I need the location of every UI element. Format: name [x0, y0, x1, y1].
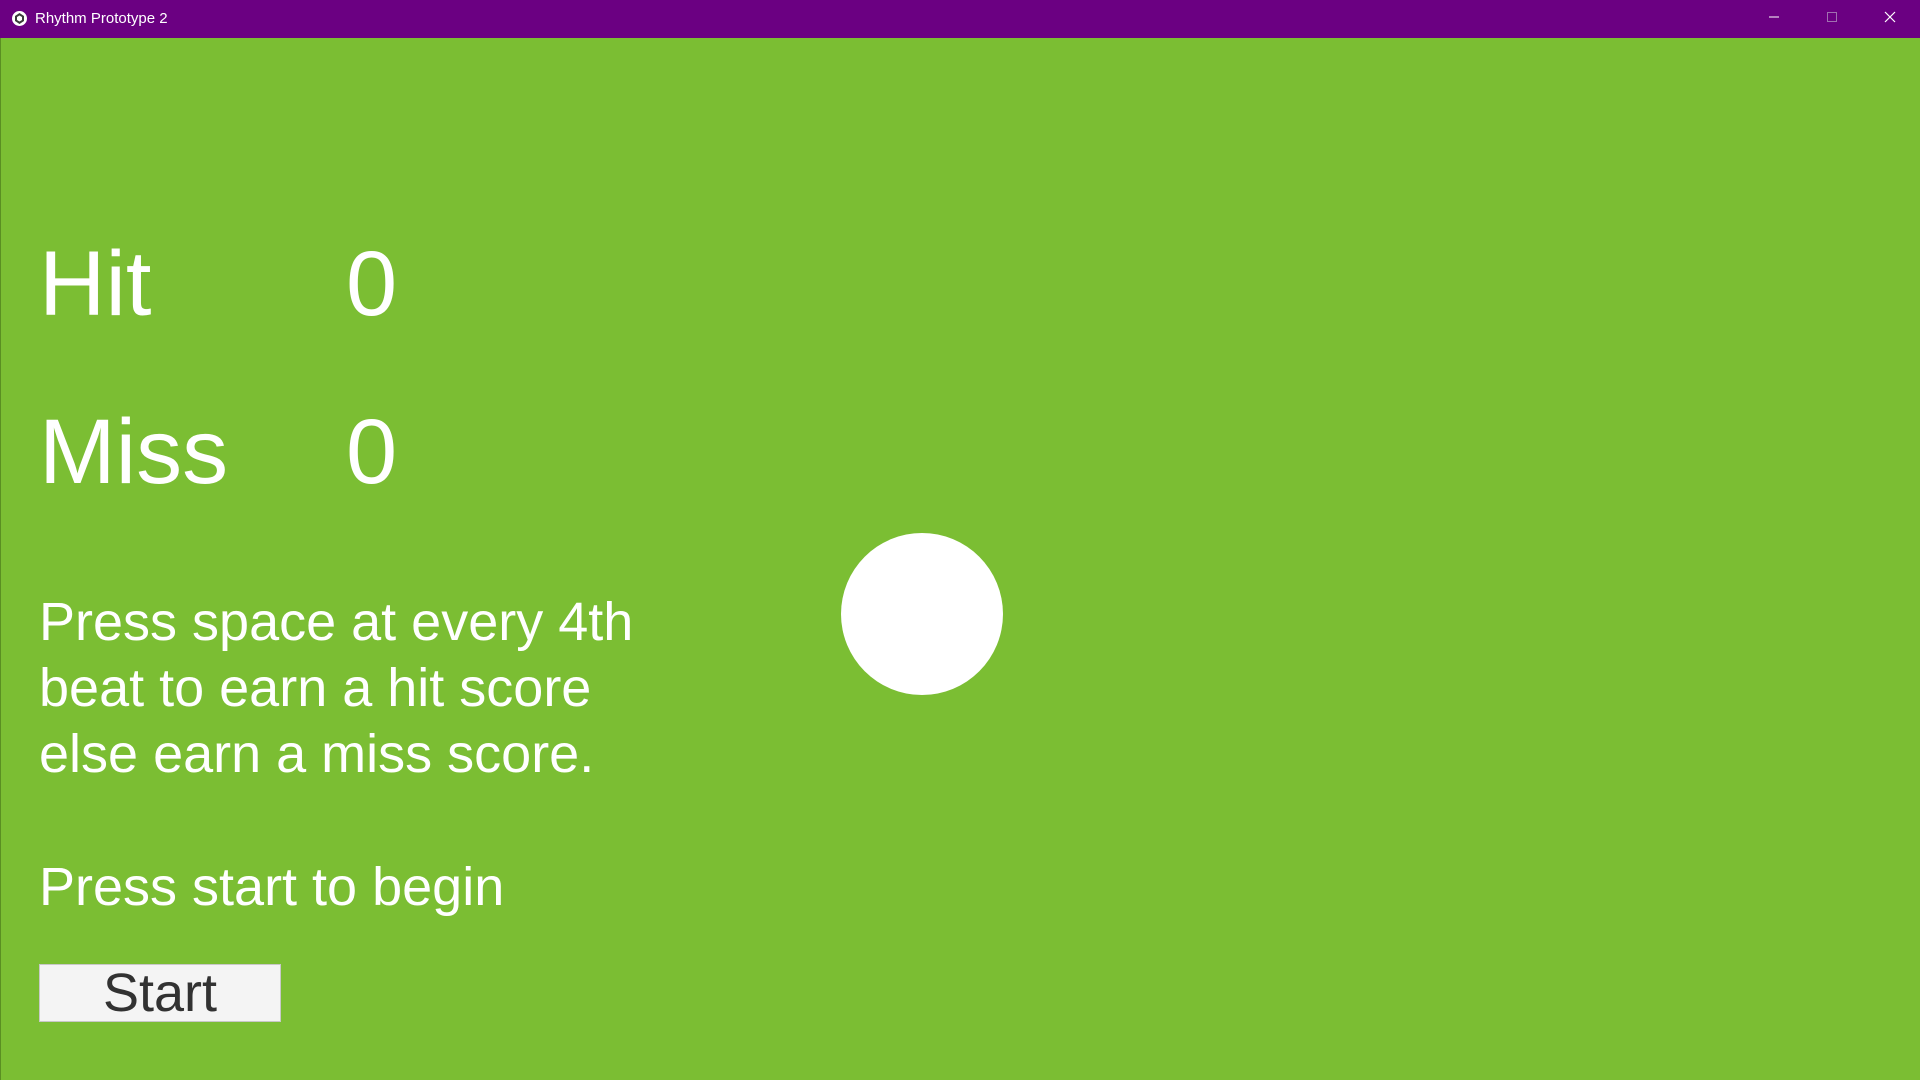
window-title: Rhythm Prototype 2 [35, 10, 168, 27]
maximize-icon [1826, 10, 1838, 28]
maximize-button[interactable] [1803, 0, 1861, 38]
start-button[interactable]: Start [39, 964, 281, 1022]
hit-score-value: 0 [346, 233, 398, 335]
beat-indicator-circle [841, 533, 1003, 695]
close-icon [1883, 10, 1897, 29]
begin-prompt: Press start to begin [39, 857, 505, 917]
minimize-button[interactable] [1745, 0, 1803, 38]
miss-score-value: 0 [346, 401, 398, 503]
minimize-icon [1768, 10, 1780, 28]
close-button[interactable] [1861, 0, 1919, 38]
instructions-text: Press space at every 4th beat to earn a … [39, 592, 634, 784]
unity-icon [11, 10, 28, 27]
game-canvas[interactable]: Hit 0 Miss 0 Press space at every 4th be… [0, 38, 1920, 1080]
hit-label: Hit [39, 233, 152, 335]
title-bar[interactable]: Rhythm Prototype 2 [0, 0, 1920, 38]
miss-label: Miss [39, 401, 229, 503]
